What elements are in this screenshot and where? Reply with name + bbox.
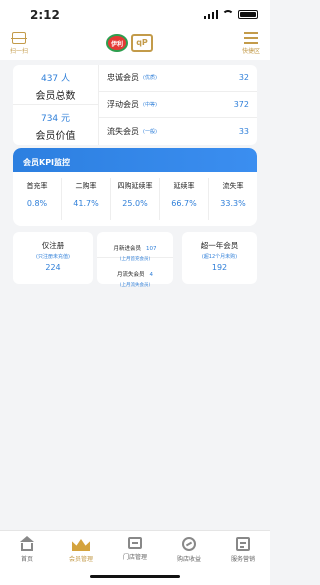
monthly-lost-row[interactable]: 月流失会员 4 (上月流失会员) [97, 258, 173, 288]
year-title: 超一年会员 [200, 241, 239, 250]
kpi-cell-churn[interactable]: 流失率 33.3% [209, 178, 257, 220]
tab-label: 会员管理 [68, 556, 93, 563]
shortcut-button[interactable]: 快捷区 [238, 32, 264, 55]
member-row-floating[interactable]: 浮动会员 (中等) 372 [99, 92, 257, 119]
list-icon [244, 32, 258, 44]
kpi-cell-continuation[interactable]: 延续率 66.7% [160, 178, 209, 220]
home-icon [20, 536, 34, 551]
wifi-icon [222, 10, 234, 19]
member-row-count: 33 [238, 126, 249, 136]
monthly-new-line: 月新进会员 107 [113, 246, 156, 252]
battery-icon [238, 10, 258, 19]
summary-totals: 437 人 会员总数 734 元 会员价值 [13, 65, 99, 145]
tab-label: 服务营销 [230, 556, 255, 563]
total-members-stat[interactable]: 437 人 会员总数 [13, 65, 98, 105]
kpi-value: 66.7% [171, 199, 197, 208]
monthly-members-card: 月新进会员 107 (上月首充会员) 月流失会员 4 (上月流失会员) [97, 232, 173, 288]
member-row-tag: (一般) [143, 128, 157, 135]
app-header: 扫一扫 伊利 qP 快捷区 [0, 30, 270, 60]
status-time: 2:12 [30, 8, 60, 22]
member-category-list: 忠诚会员 (优质) 32 浮动会员 (中等) 372 流失会员 (一般) 33 [99, 65, 257, 145]
registered-value: 224 [45, 263, 61, 272]
total-members-value: 437 人 [40, 74, 71, 84]
member-value-stat[interactable]: 734 元 会员价值 [13, 105, 98, 145]
kpi-cell-first-charge[interactable]: 首充率 0.8% [13, 178, 62, 220]
kpi-label: 四购延续率 [117, 182, 153, 190]
member-value-label: 会员价值 [35, 131, 76, 142]
over-one-year-card[interactable]: 超一年会员 (超12个月未购) 192 [182, 232, 257, 284]
tab-home[interactable]: 首页 [0, 531, 54, 585]
shortcut-label: 快捷区 [241, 48, 260, 55]
member-row-loyal[interactable]: 忠诚会员 (优质) 32 [99, 65, 257, 92]
monthly-lost-value: 4 [149, 272, 154, 278]
member-summary-card: 437 人 会员总数 734 元 会员价值 忠诚会员 (优质) 32 浮动会员 … [13, 65, 257, 145]
registered-only-card[interactable]: 仅注册 (只注册未充值) 224 [13, 232, 93, 284]
brand-logo: 伊利 qP [106, 34, 153, 52]
monthly-new-row[interactable]: 月新进会员 107 (上月首充会员) [97, 232, 173, 262]
year-value: 192 [211, 263, 228, 272]
member-value-value: 734 元 [40, 114, 71, 124]
monthly-lost-line: 月流失会员 4 [117, 272, 153, 278]
tab-label: 购店收益 [176, 556, 201, 563]
status-bar: 2:12 [0, 0, 270, 30]
scan-icon [11, 32, 27, 44]
kpi-value: 0.8% [26, 199, 48, 208]
member-row-name: 流失会员 [107, 126, 139, 136]
kpi-label: 首充率 [26, 182, 48, 190]
home-indicator[interactable] [90, 575, 180, 578]
scan-label: 扫一扫 [9, 48, 28, 55]
kpi-cell-fourth-continuation[interactable]: 四购延续率 25.0% [111, 178, 160, 220]
kpi-value: 25.0% [122, 199, 148, 208]
store-icon [128, 537, 142, 549]
service-icon [236, 537, 250, 551]
member-row-name: 忠诚会员 [107, 73, 139, 83]
logo-sub-mark: qP [131, 34, 153, 52]
monthly-lost-sub: (上月流失会员) [119, 283, 151, 288]
total-members-label: 会员总数 [35, 91, 76, 102]
kpi-cell-second-purchase[interactable]: 二购率 41.7% [62, 178, 111, 220]
kpi-label: 流失率 [222, 182, 244, 190]
member-row-lost[interactable]: 流失会员 (一般) 33 [99, 118, 257, 145]
registered-sub: (只注册未充值) [36, 254, 70, 260]
kpi-label: 延续率 [173, 182, 195, 190]
kpi-metrics-row: 首充率 0.8% 二购率 41.7% 四购延续率 25.0% 延续率 66.7%… [13, 178, 257, 220]
member-row-tag: (优质) [143, 75, 157, 82]
revenue-icon [182, 537, 196, 551]
tab-label: 首页 [20, 556, 33, 563]
member-row-count: 372 [233, 99, 249, 109]
kpi-title: 会员KPI监控 [23, 158, 71, 167]
monthly-new-label: 月新进会员 [113, 246, 141, 252]
member-row-name: 浮动会员 [107, 99, 139, 109]
tab-service-marketing[interactable]: 服务营销 [216, 531, 270, 585]
logo-badge: 伊利 [106, 34, 128, 52]
tab-label: 门店管理 [122, 554, 147, 561]
kpi-value: 33.3% [220, 199, 246, 208]
kpi-monitor-card: 会员KPI监控 首充率 0.8% 二购率 41.7% 四购延续率 25.0% 延… [13, 148, 257, 226]
status-icons [204, 10, 258, 19]
scan-button[interactable]: 扫一扫 [6, 32, 32, 55]
member-row-count: 32 [238, 73, 249, 83]
kpi-header: 会员KPI监控 [13, 148, 257, 172]
kpi-label: 二购率 [75, 182, 97, 190]
member-row-tag: (中等) [143, 101, 157, 108]
crown-icon [72, 539, 90, 551]
monthly-new-value: 107 [146, 246, 157, 252]
year-sub: (超12个月未购) [201, 254, 238, 260]
kpi-value: 41.7% [73, 199, 99, 208]
registered-title: 仅注册 [41, 241, 65, 250]
signal-icon [204, 10, 218, 19]
monthly-lost-label: 月流失会员 [116, 272, 145, 278]
